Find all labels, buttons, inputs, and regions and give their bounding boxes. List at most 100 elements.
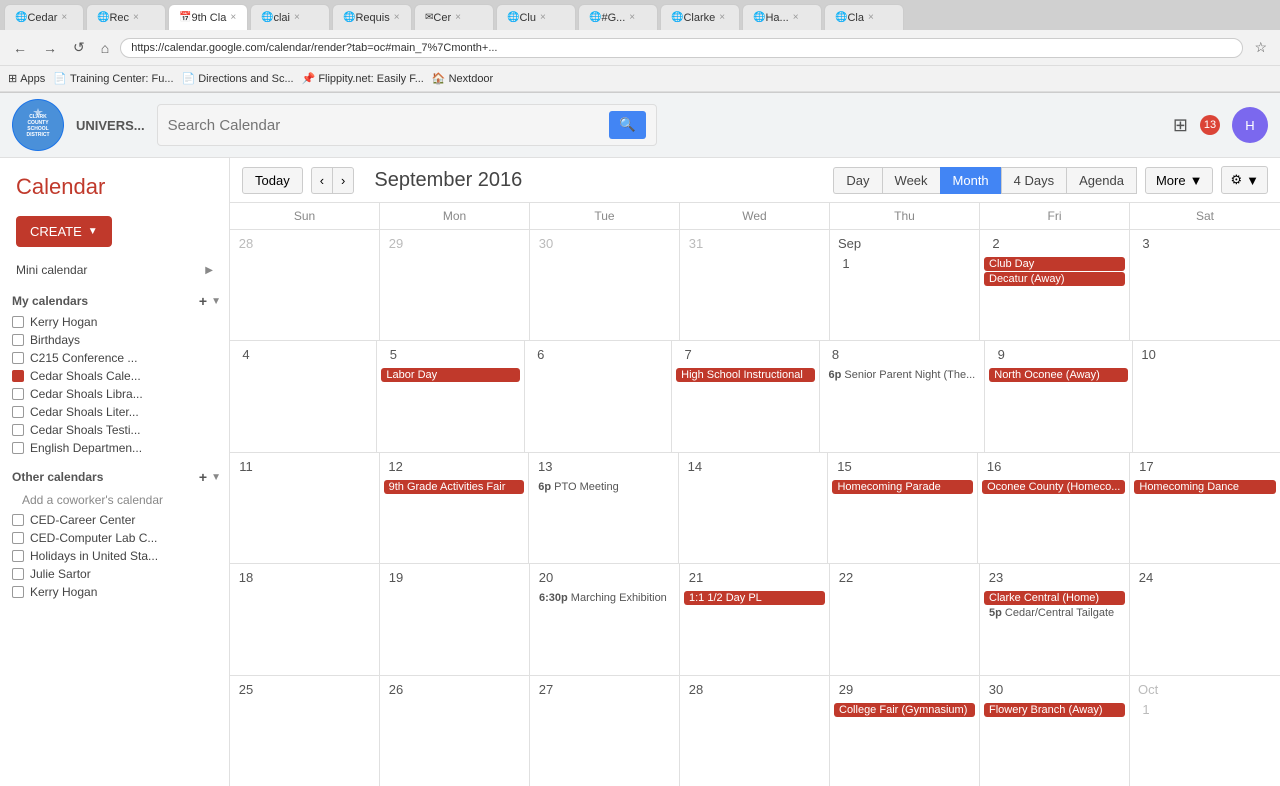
day-sep3[interactable]: 3 <box>1130 230 1280 340</box>
day-sep9[interactable]: 9 North Oconee (Away) <box>985 341 1132 451</box>
other-calendars-header[interactable]: Other calendars + ▼ <box>0 465 229 489</box>
ced-career-checkbox[interactable] <box>12 514 24 526</box>
sidebar-item-kerry2[interactable]: Kerry Hogan <box>0 583 229 601</box>
day-sep16[interactable]: 16 Oconee County (Homeco... <box>978 453 1130 563</box>
address-bar[interactable] <box>120 38 1243 58</box>
4days-view-button[interactable]: 4 Days <box>1001 167 1066 194</box>
search-input[interactable] <box>168 117 601 134</box>
avatar[interactable]: H <box>1232 107 1268 143</box>
agenda-view-button[interactable]: Agenda <box>1066 167 1137 194</box>
settings-button[interactable]: ⚙ ▼ <box>1221 166 1268 194</box>
sidebar-item-julie[interactable]: Julie Sartor <box>0 565 229 583</box>
day-sep5[interactable]: 5 Labor Day <box>377 341 524 451</box>
sidebar-item-kerry[interactable]: Kerry Hogan <box>0 313 229 331</box>
event-club-day[interactable]: Club Day <box>984 257 1125 271</box>
day-30-aug[interactable]: 30 <box>530 230 680 340</box>
day-sep20[interactable]: 20 6:30p Marching Exhibition <box>530 564 680 674</box>
day-sep24[interactable]: 24 <box>1130 564 1280 674</box>
search-button[interactable]: 🔍 <box>609 111 646 139</box>
day-sep19[interactable]: 19 <box>380 564 530 674</box>
bookmark-flippity[interactable]: 📌 Flippity.net: Easily F... <box>302 72 424 85</box>
day-sep8[interactable]: 8 6p Senior Parent Night (The... <box>820 341 986 451</box>
day-sep10[interactable]: 10 <box>1133 341 1280 451</box>
sidebar-item-c215[interactable]: C215 Conference ... <box>0 349 229 367</box>
c215-checkbox[interactable] <box>12 352 24 364</box>
day-29-aug[interactable]: 29 <box>380 230 530 340</box>
day-sep6[interactable]: 6 <box>525 341 672 451</box>
event-college-fair[interactable]: College Fair (Gymnasium) <box>834 703 975 717</box>
event-half-day[interactable]: 1:1 1/2 Day PL <box>684 591 825 605</box>
day-sep26[interactable]: 26 <box>380 676 530 786</box>
reload-button[interactable]: ↺ <box>68 37 90 58</box>
day-sep7[interactable]: 7 High School Instructional <box>672 341 819 451</box>
day-sep15[interactable]: 15 Homecoming Parade <box>828 453 978 563</box>
event-senior-parent-night[interactable]: 6p Senior Parent Night (The... <box>824 368 981 382</box>
julie-checkbox[interactable] <box>12 568 24 580</box>
event-tailgate[interactable]: 5p Cedar/Central Tailgate <box>984 606 1125 620</box>
tab-ha[interactable]: 🌐 Ha... × <box>742 4 822 30</box>
cedar-liter-checkbox[interactable] <box>12 406 24 418</box>
tab-cedar[interactable]: 🌐 Cedar × <box>4 4 84 30</box>
other-calendars-add-icon[interactable]: + <box>199 469 207 485</box>
create-button[interactable]: CREATE ▼ <box>16 216 112 247</box>
tab-g[interactable]: 🌐 #G... × <box>578 4 658 30</box>
day-sep1[interactable]: Sep 1 <box>830 230 980 340</box>
tab-clarke[interactable]: 🌐 Clarke × <box>660 4 740 30</box>
sidebar-item-cedar-shoals-cal[interactable]: Cedar Shoals Cale... <box>0 367 229 385</box>
day-view-button[interactable]: Day <box>833 167 881 194</box>
kerry-checkbox[interactable] <box>12 316 24 328</box>
event-oconee-county[interactable]: Oconee County (Homeco... <box>982 480 1125 494</box>
day-28-aug[interactable]: 28 <box>230 230 380 340</box>
apps-grid-icon[interactable]: ⊞ <box>1173 115 1188 136</box>
sidebar-item-cedar-libra[interactable]: Cedar Shoals Libra... <box>0 385 229 403</box>
kerry2-checkbox[interactable] <box>12 586 24 598</box>
sidebar-item-cedar-liter[interactable]: Cedar Shoals Liter... <box>0 403 229 421</box>
event-homecoming-parade[interactable]: Homecoming Parade <box>832 480 973 494</box>
sidebar-item-birthdays[interactable]: Birthdays <box>0 331 229 349</box>
cedar-libra-checkbox[interactable] <box>12 388 24 400</box>
sidebar-item-holidays[interactable]: Holidays in United Sta... <box>0 547 229 565</box>
prev-button[interactable]: ‹ <box>311 167 332 194</box>
bookmark-nextdoor[interactable]: 🏠 Nextdoor <box>432 72 493 85</box>
back-button[interactable]: ← <box>8 38 32 58</box>
notification-badge[interactable]: 13 <box>1200 115 1220 135</box>
event-high-school-instructional[interactable]: High School Instructional <box>676 368 814 382</box>
event-labor-day[interactable]: Labor Day <box>381 368 519 382</box>
bookmark-directions[interactable]: 📄 Directions and Sc... <box>182 72 294 85</box>
ced-computer-checkbox[interactable] <box>12 532 24 544</box>
birthdays-checkbox[interactable] <box>12 334 24 346</box>
cedar-shoals-cal-checkbox[interactable] <box>12 370 24 382</box>
event-north-oconee[interactable]: North Oconee (Away) <box>989 368 1127 382</box>
event-flowery-branch[interactable]: Flowery Branch (Away) <box>984 703 1125 717</box>
bookmark-apps[interactable]: ⊞ Apps <box>8 72 45 85</box>
tab-requis[interactable]: 🌐 Requis × <box>332 4 412 30</box>
day-sep27[interactable]: 27 <box>530 676 680 786</box>
my-calendars-header[interactable]: My calendars + ▼ <box>0 289 229 313</box>
event-decatur-away[interactable]: Decatur (Away) <box>984 272 1125 286</box>
event-9th-grade[interactable]: 9th Grade Activities Fair <box>384 480 525 494</box>
holidays-checkbox[interactable] <box>12 550 24 562</box>
my-calendars-add-icon[interactable]: + <box>199 293 207 309</box>
event-marching-exhibition[interactable]: 6:30p Marching Exhibition <box>534 591 675 605</box>
mini-calendar-toggle[interactable]: Mini calendar ▶ <box>8 259 221 281</box>
event-pto-meeting[interactable]: 6p PTO Meeting <box>533 480 674 494</box>
day-sep25[interactable]: 25 <box>230 676 380 786</box>
tab-9th[interactable]: 📅 9th Cla × <box>168 4 248 30</box>
day-sep17[interactable]: 17 Homecoming Dance <box>1130 453 1280 563</box>
day-sep12[interactable]: 12 9th Grade Activities Fair <box>380 453 530 563</box>
event-homecoming-dance[interactable]: Homecoming Dance <box>1134 480 1276 494</box>
day-sep22[interactable]: 22 <box>830 564 980 674</box>
today-button[interactable]: Today <box>242 167 303 194</box>
month-view-button[interactable]: Month <box>940 167 1001 194</box>
day-sep21[interactable]: 21 1:1 1/2 Day PL <box>680 564 830 674</box>
cedar-testi-checkbox[interactable] <box>12 424 24 436</box>
day-sep18[interactable]: 18 <box>230 564 380 674</box>
day-sep23[interactable]: 23 Clarke Central (Home) 5p Cedar/Centra… <box>980 564 1130 674</box>
tab-clai[interactable]: 🌐 clai × <box>250 4 330 30</box>
day-sep13[interactable]: 13 6p PTO Meeting <box>529 453 679 563</box>
home-button[interactable]: ⌂ <box>96 38 114 58</box>
tab-clu[interactable]: 🌐 Clu × <box>496 4 576 30</box>
event-clarke-central[interactable]: Clarke Central (Home) <box>984 591 1125 605</box>
day-sep2[interactable]: 2 Club Day Decatur (Away) <box>980 230 1130 340</box>
more-button[interactable]: More ▼ <box>1145 167 1214 194</box>
